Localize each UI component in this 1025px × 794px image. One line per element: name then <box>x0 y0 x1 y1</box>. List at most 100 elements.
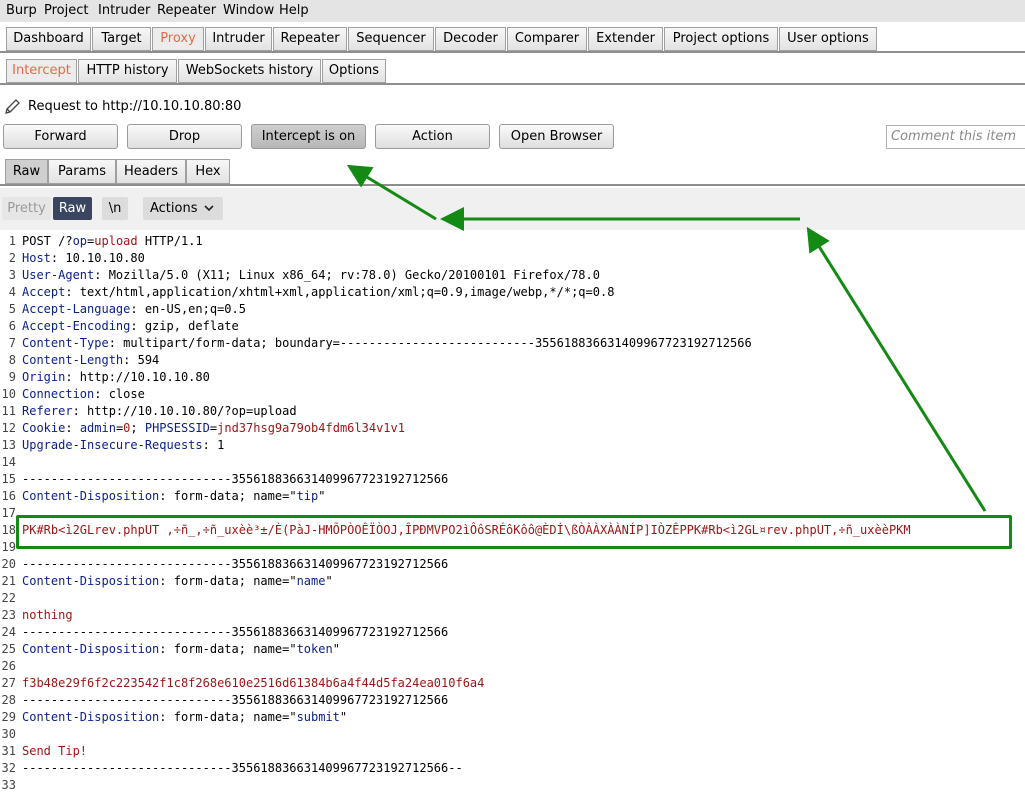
line-content: User-Agent: Mozilla/5.0 (X11; Linux x86_… <box>22 268 600 282</box>
tab-comparer[interactable]: Comparer <box>507 27 587 51</box>
menu-intruder[interactable]: Intruder <box>98 3 150 18</box>
line-number: 14 <box>1 455 16 469</box>
line-content: -----------------------------35561883663… <box>22 472 449 486</box>
open-browser-button[interactable]: Open Browser <box>499 124 614 149</box>
line-number: 5 <box>8 302 16 316</box>
line-content: Origin: http://10.10.10.80 <box>22 370 210 384</box>
tab-http-history[interactable]: HTTP history <box>78 59 177 83</box>
menu-help[interactable]: Help <box>279 3 309 18</box>
code-line: 26 <box>0 658 1025 675</box>
line-content: Content-Type: multipart/form-data; bound… <box>22 336 752 350</box>
code-line: 24 -----------------------------355618836… <box>0 624 1025 641</box>
line-number: 7 <box>8 336 16 350</box>
main-tabs-divider <box>0 51 1025 53</box>
code-line: 14 <box>0 454 1025 471</box>
line-number: 28 <box>1 693 16 707</box>
code-line: 30 <box>0 726 1025 743</box>
line-number: 9 <box>8 370 16 384</box>
menu-burp[interactable]: Burp <box>6 3 37 18</box>
line-number: 15 <box>1 472 16 486</box>
line-number: 2 <box>8 251 16 265</box>
request-target-label: Request to http://10.10.10.80:80 <box>28 99 242 114</box>
code-line: 22 <box>0 590 1025 607</box>
tab-sequencer[interactable]: Sequencer <box>348 27 434 51</box>
line-number: 29 <box>1 710 16 724</box>
code-line: 15 -----------------------------355618836… <box>0 471 1025 488</box>
code-line: 12 Cookie: admin=0; PHPSESSID=jnd37hsg9a7… <box>0 420 1025 437</box>
code-line: 13 Upgrade-Insecure-Requests: 1 <box>0 437 1025 454</box>
line-content: Upgrade-Insecure-Requests: 1 <box>22 438 225 452</box>
tab-extender[interactable]: Extender <box>588 27 663 51</box>
code-line: 11 Referer: http://10.10.10.80/?op=upload <box>0 403 1025 420</box>
annotation-highlight-box <box>16 515 1012 549</box>
comment-input[interactable]: Comment this item <box>886 125 1025 149</box>
action-button[interactable]: Action <box>375 124 490 149</box>
code-line: 8 Content-Length: 594 <box>0 352 1025 369</box>
line-content: Send Tip! <box>22 744 88 758</box>
code-line: 25 Content-Disposition: form-data; name="… <box>0 641 1025 658</box>
tab-options[interactable]: Options <box>322 59 386 83</box>
code-line: 3 User-Agent: Mozilla/5.0 (X11; Linux x86… <box>0 267 1025 284</box>
code-line: 21 Content-Disposition: form-data; name="… <box>0 573 1025 590</box>
pencil-icon <box>5 99 20 114</box>
line-content: Accept: text/html,application/xhtml+xml,… <box>22 285 615 299</box>
intercept-toggle-button[interactable]: Intercept is on <box>251 124 366 149</box>
line-number: 3 <box>8 268 16 282</box>
newline-toggle[interactable]: \n <box>102 197 128 220</box>
line-content: Referer: http://10.10.10.80/?op=upload <box>22 404 297 418</box>
code-line: 10 Connection: close <box>0 386 1025 403</box>
line-content: Content-Disposition: form-data; name="na… <box>22 574 333 588</box>
line-content: Connection: close <box>22 387 145 401</box>
tab-user-options[interactable]: User options <box>779 27 877 51</box>
line-content: Accept-Language: en-US,en;q=0.5 <box>22 302 246 316</box>
tab-intercept[interactable]: Intercept <box>6 59 77 83</box>
raw-toggle[interactable]: Raw <box>53 197 92 220</box>
line-number: 23 <box>1 608 16 622</box>
line-number: 12 <box>1 421 16 435</box>
line-number: 4 <box>8 285 16 299</box>
forward-button[interactable]: Forward <box>3 124 118 149</box>
drop-button[interactable]: Drop <box>127 124 242 149</box>
tab-intruder[interactable]: Intruder <box>205 27 272 51</box>
menu-repeater[interactable]: Repeater <box>157 3 216 18</box>
tab-proxy[interactable]: Proxy <box>152 27 204 51</box>
tab-raw[interactable]: Raw <box>5 159 48 184</box>
code-line: 29 Content-Disposition: form-data; name="… <box>0 709 1025 726</box>
tab-headers[interactable]: Headers <box>116 159 186 184</box>
code-line: 7 Content-Type: multipart/form-data; boun… <box>0 335 1025 352</box>
code-line: 33 <box>0 777 1025 794</box>
line-number: 24 <box>1 625 16 639</box>
line-content: Content-Disposition: form-data; name="to… <box>22 642 340 656</box>
pretty-toggle[interactable]: Pretty <box>2 197 51 220</box>
tab-params[interactable]: Params <box>48 159 116 184</box>
line-number: 31 <box>1 744 16 758</box>
code-line: 2 Host: 10.10.10.80 <box>0 250 1025 267</box>
tab-repeater[interactable]: Repeater <box>273 27 347 51</box>
code-line: 1 POST /?op=upload HTTP/1.1 <box>0 233 1025 250</box>
code-line: 20 -----------------------------355618836… <box>0 556 1025 573</box>
code-line: 23 nothing <box>0 607 1025 624</box>
menu-bar: Burp Project Intruder Repeater Window He… <box>0 0 1025 22</box>
line-number: 18 <box>1 523 16 537</box>
line-content: Content-Disposition: form-data; name="su… <box>22 710 348 724</box>
line-number: 32 <box>1 761 16 775</box>
tab-target[interactable]: Target <box>92 27 151 51</box>
line-number: 19 <box>1 540 16 554</box>
tab-dashboard[interactable]: Dashboard <box>6 27 91 51</box>
code-line: 6 Accept-Encoding: gzip, deflate <box>0 318 1025 335</box>
line-number: 10 <box>1 387 16 401</box>
line-number: 13 <box>1 438 16 452</box>
tab-decoder[interactable]: Decoder <box>435 27 506 51</box>
proxy-tabs-divider <box>0 83 1025 85</box>
menu-window[interactable]: Window <box>223 3 274 18</box>
menu-project[interactable]: Project <box>44 3 88 18</box>
line-content: nothing <box>22 608 73 622</box>
tab-hex[interactable]: Hex <box>186 159 230 184</box>
tab-websockets-history[interactable]: WebSockets history <box>178 59 321 83</box>
line-content: -----------------------------35561883663… <box>22 625 449 639</box>
actions-dropdown[interactable]: Actions <box>143 197 223 220</box>
tab-project-options[interactable]: Project options <box>664 27 778 51</box>
line-number: 16 <box>1 489 16 503</box>
line-content: Content-Disposition: form-data; name="ti… <box>22 489 326 503</box>
line-number: 17 <box>1 506 16 520</box>
